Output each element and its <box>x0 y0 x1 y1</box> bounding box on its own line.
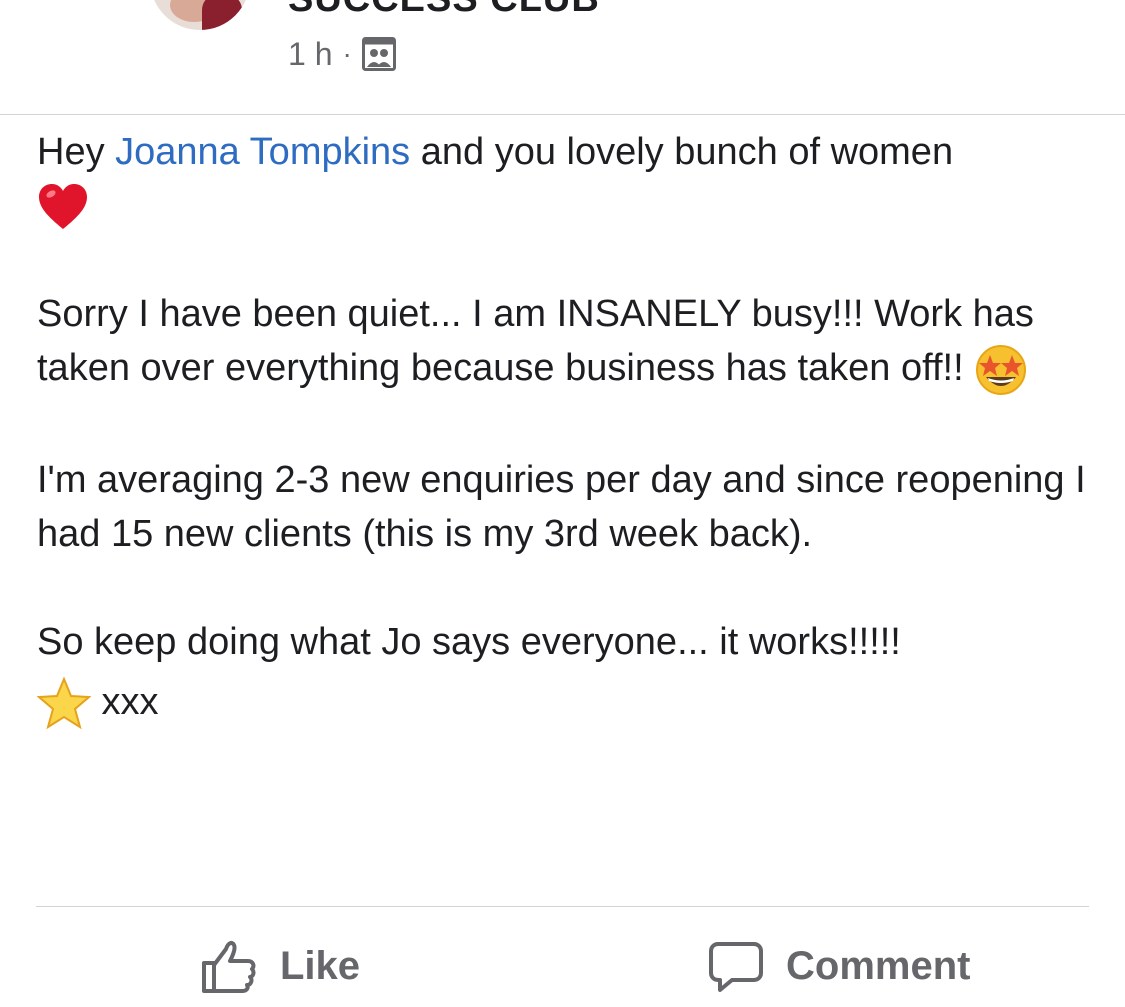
signoff-text: xxx <box>91 680 159 723</box>
signoff-line: xxx <box>37 675 1097 731</box>
mention-link[interactable]: Joanna Tompkins <box>115 131 410 173</box>
heart-line <box>37 179 1097 247</box>
thumbs-up-icon <box>202 940 256 993</box>
comment-label: Comment <box>786 943 971 988</box>
group-avatar[interactable] <box>150 0 250 30</box>
heart-emoji <box>39 183 87 229</box>
post-time[interactable]: 1 h <box>288 36 332 73</box>
comment-bubble-icon <box>709 942 763 992</box>
group-name[interactable]: SUCCESS CLUB <box>288 0 600 21</box>
greeting-prefix: Hey <box>37 131 116 173</box>
post-body: Hey Joanna Tompkins and you lovely bunch… <box>37 125 1097 731</box>
group-members-icon <box>361 37 396 71</box>
avatar-shirt <box>202 0 242 30</box>
post-actions: Like Comment <box>0 930 1125 1007</box>
like-button[interactable]: Like <box>200 930 360 1002</box>
post-header: SUCCESS CLUB 1 h · <box>0 0 1125 114</box>
comment-button[interactable]: Comment <box>708 930 970 1002</box>
post-paragraph-2: Sorry I have been quiet... I am INSANELY… <box>37 287 1097 397</box>
greeting-suffix: and you lovely bunch of women <box>410 131 954 173</box>
header-divider <box>0 114 1125 115</box>
meta-separator: · <box>342 38 352 69</box>
actions-divider <box>36 906 1089 907</box>
paragraph-2-text: Sorry I have been quiet... I am INSANELY… <box>37 293 1034 389</box>
like-label: Like <box>280 943 361 988</box>
post-paragraph-3: I'm averaging 2-3 new enquiries per day … <box>37 458 1086 555</box>
post-greeting: Hey Joanna Tompkins and you lovely bunch… <box>37 125 1097 179</box>
post-paragraph-4: So keep doing what Jo says everyone... i… <box>37 620 901 663</box>
star-emoji <box>37 676 91 730</box>
post-meta: 1 h · <box>288 34 396 74</box>
star-struck-emoji <box>976 344 1027 395</box>
